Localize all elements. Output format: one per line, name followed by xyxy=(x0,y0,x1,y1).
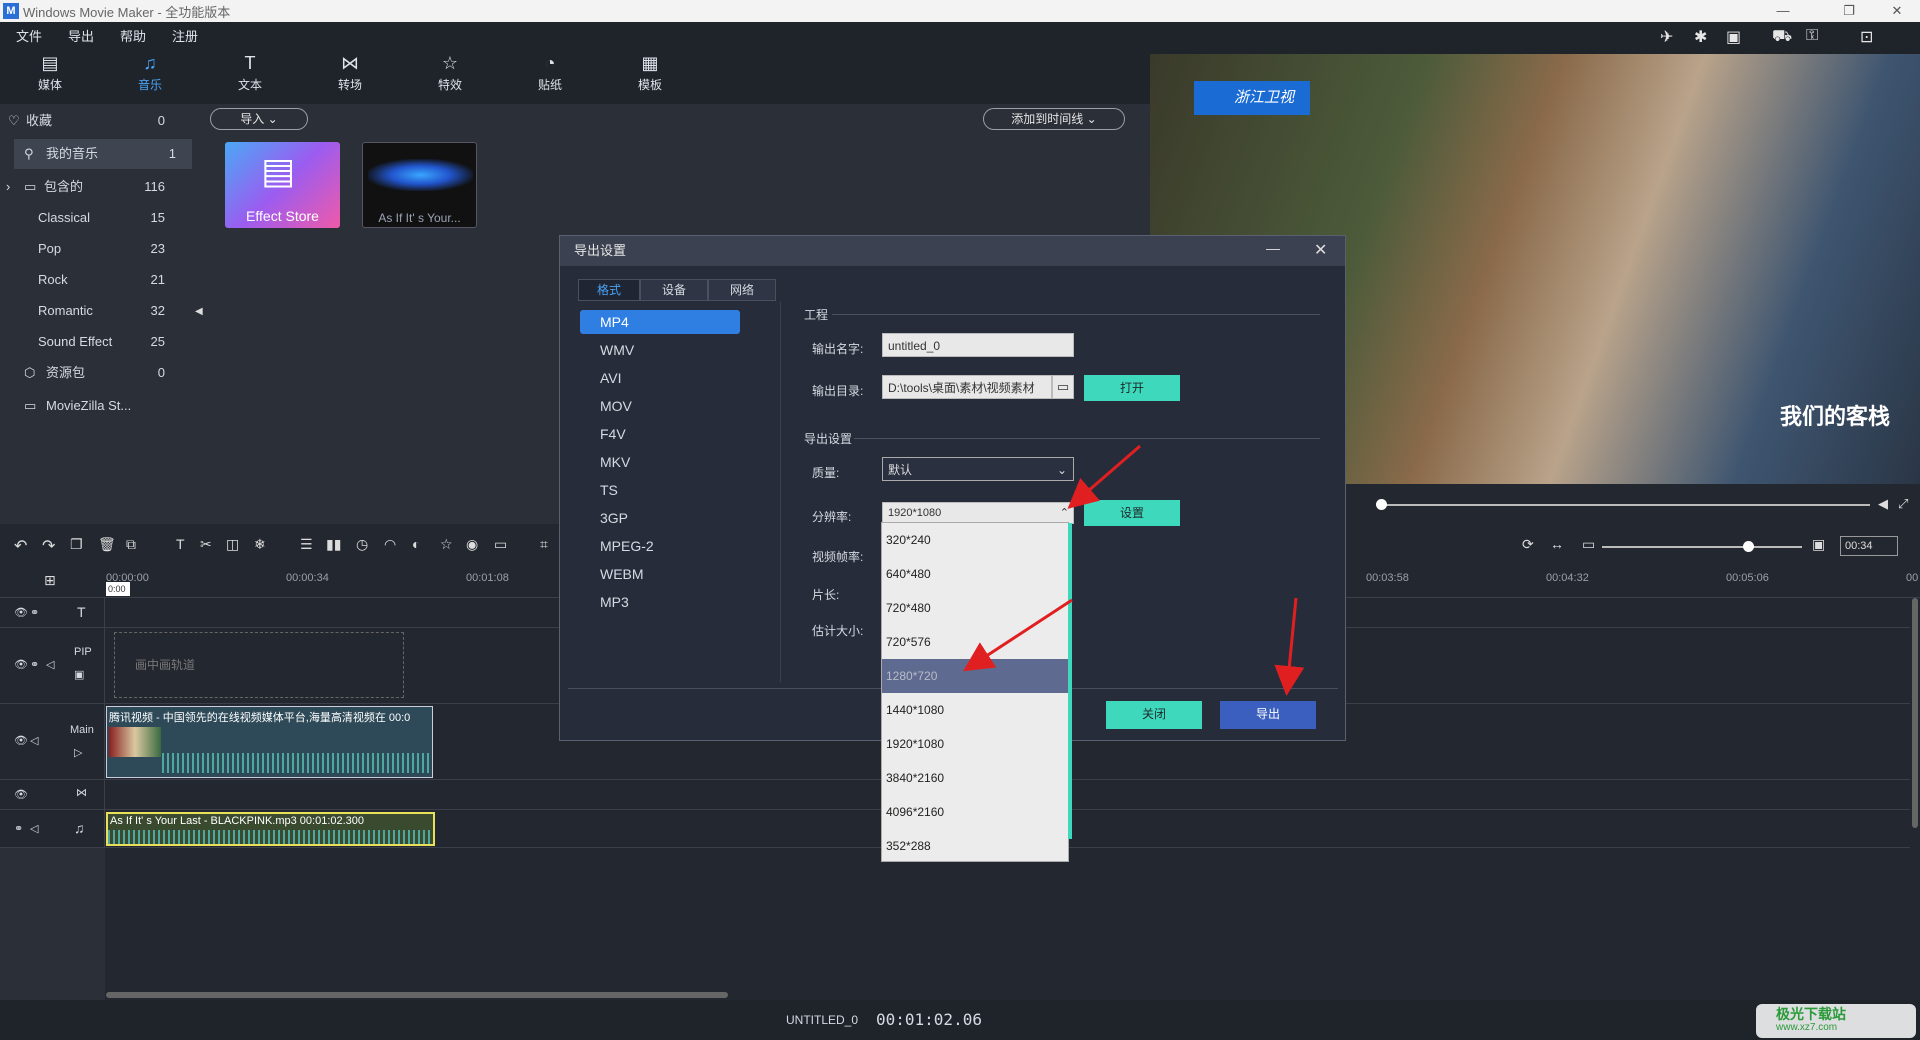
arrow-to-option xyxy=(962,598,1073,672)
arrow-to-resolution xyxy=(1067,444,1141,509)
annotation-arrows xyxy=(962,444,1305,696)
arrow-to-export xyxy=(1274,597,1305,696)
